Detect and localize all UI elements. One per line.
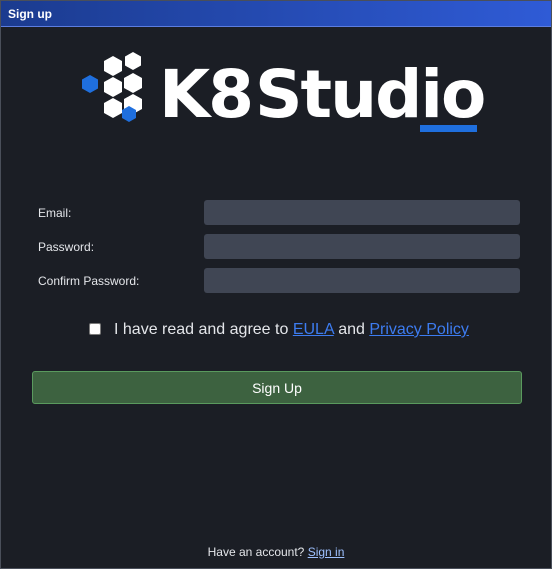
logo-hex-white — [104, 77, 122, 97]
eula-link[interactable]: EULA — [293, 321, 334, 338]
logo-hex-white — [125, 52, 141, 70]
signup-window: Sign up K8 Studio Email: Password: Confi… — [0, 0, 552, 569]
email-row: Email: — [38, 200, 521, 226]
agreement-prefix: I have read and agree to — [114, 321, 289, 338]
logo-hex-blue — [82, 75, 98, 93]
email-field[interactable] — [204, 200, 520, 225]
password-label: Password: — [38, 240, 95, 254]
sign-up-button[interactable]: Sign Up — [32, 371, 522, 404]
confirm-password-label: Confirm Password: — [38, 274, 140, 288]
logo-hex-white — [104, 56, 122, 76]
agreement-connector: and — [338, 321, 365, 338]
password-field[interactable] — [204, 234, 520, 259]
k8studio-logo: K8 Studio — [82, 52, 485, 133]
logo-hex-white — [124, 73, 142, 93]
hexagon-cluster-icon — [82, 52, 142, 122]
agreement-text: I have read and agree to EULA and Privac… — [114, 321, 469, 339]
email-label: Email: — [38, 206, 72, 220]
agree-checkbox[interactable] — [89, 323, 101, 335]
password-row: Password: — [38, 234, 521, 260]
logo-text-studio: Studio — [255, 56, 484, 133]
confirm-password-row: Confirm Password: — [38, 268, 521, 294]
privacy-policy-link[interactable]: Privacy Policy — [369, 321, 469, 338]
signin-footer: Have an account? Sign in — [1, 545, 551, 559]
have-account-text: Have an account? — [207, 545, 305, 559]
title-bar: Sign up — [1, 1, 551, 27]
logo-text-k8: K8 — [159, 56, 252, 133]
logo-hex-white — [104, 98, 122, 118]
logo-accent-underline — [420, 125, 477, 132]
sign-in-link[interactable]: Sign in — [308, 545, 345, 559]
window-title: Sign up — [8, 7, 52, 21]
confirm-password-field[interactable] — [204, 268, 520, 293]
